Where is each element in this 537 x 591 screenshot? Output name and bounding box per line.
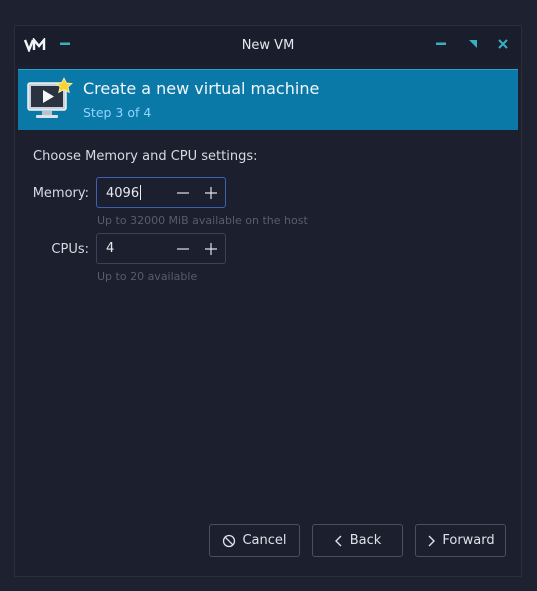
title-bar: New VM (15, 26, 521, 65)
back-button[interactable]: Back (312, 524, 403, 557)
forward-button[interactable]: Forward (415, 524, 506, 557)
memory-decrement-icon[interactable] (175, 185, 191, 201)
back-button-label: Back (349, 533, 382, 548)
cpus-label: CPUs: (51, 242, 89, 257)
chevron-right-icon (428, 535, 436, 546)
header-banner: Create a new virtual machine Step 3 of 4 (18, 69, 518, 130)
memory-label: Memory: (32, 186, 89, 201)
new-vm-window: New VM Create a new virtual machine Step… (14, 25, 522, 577)
cpus-input[interactable]: 4 (106, 241, 114, 256)
cancel-button[interactable]: Cancel (209, 524, 300, 557)
memory-spinbox[interactable]: 4096 (96, 177, 226, 208)
close-icon[interactable] (495, 36, 511, 52)
forward-button-label: Forward (442, 533, 495, 548)
new-vm-monitor-icon (27, 77, 73, 118)
memory-increment-icon[interactable] (203, 185, 219, 201)
memory-hint: Up to 32000 MiB available on the host (97, 214, 308, 227)
cpus-increment-icon[interactable] (203, 241, 219, 257)
cancel-icon (223, 534, 236, 547)
text-caret (140, 185, 142, 200)
cpus-spinbox[interactable]: 4 (96, 233, 226, 264)
minimize-icon[interactable] (433, 36, 449, 52)
section-heading: Choose Memory and CPU settings: (33, 149, 258, 164)
cpus-decrement-icon[interactable] (175, 241, 191, 257)
banner-title: Create a new virtual machine (83, 79, 320, 98)
chevron-left-icon (334, 535, 342, 546)
maximize-icon[interactable] (465, 36, 481, 52)
cpus-hint: Up to 20 available (97, 270, 198, 283)
memory-input[interactable]: 4096 (106, 185, 142, 201)
step-indicator: Step 3 of 4 (83, 105, 152, 120)
cancel-button-label: Cancel (242, 533, 287, 548)
